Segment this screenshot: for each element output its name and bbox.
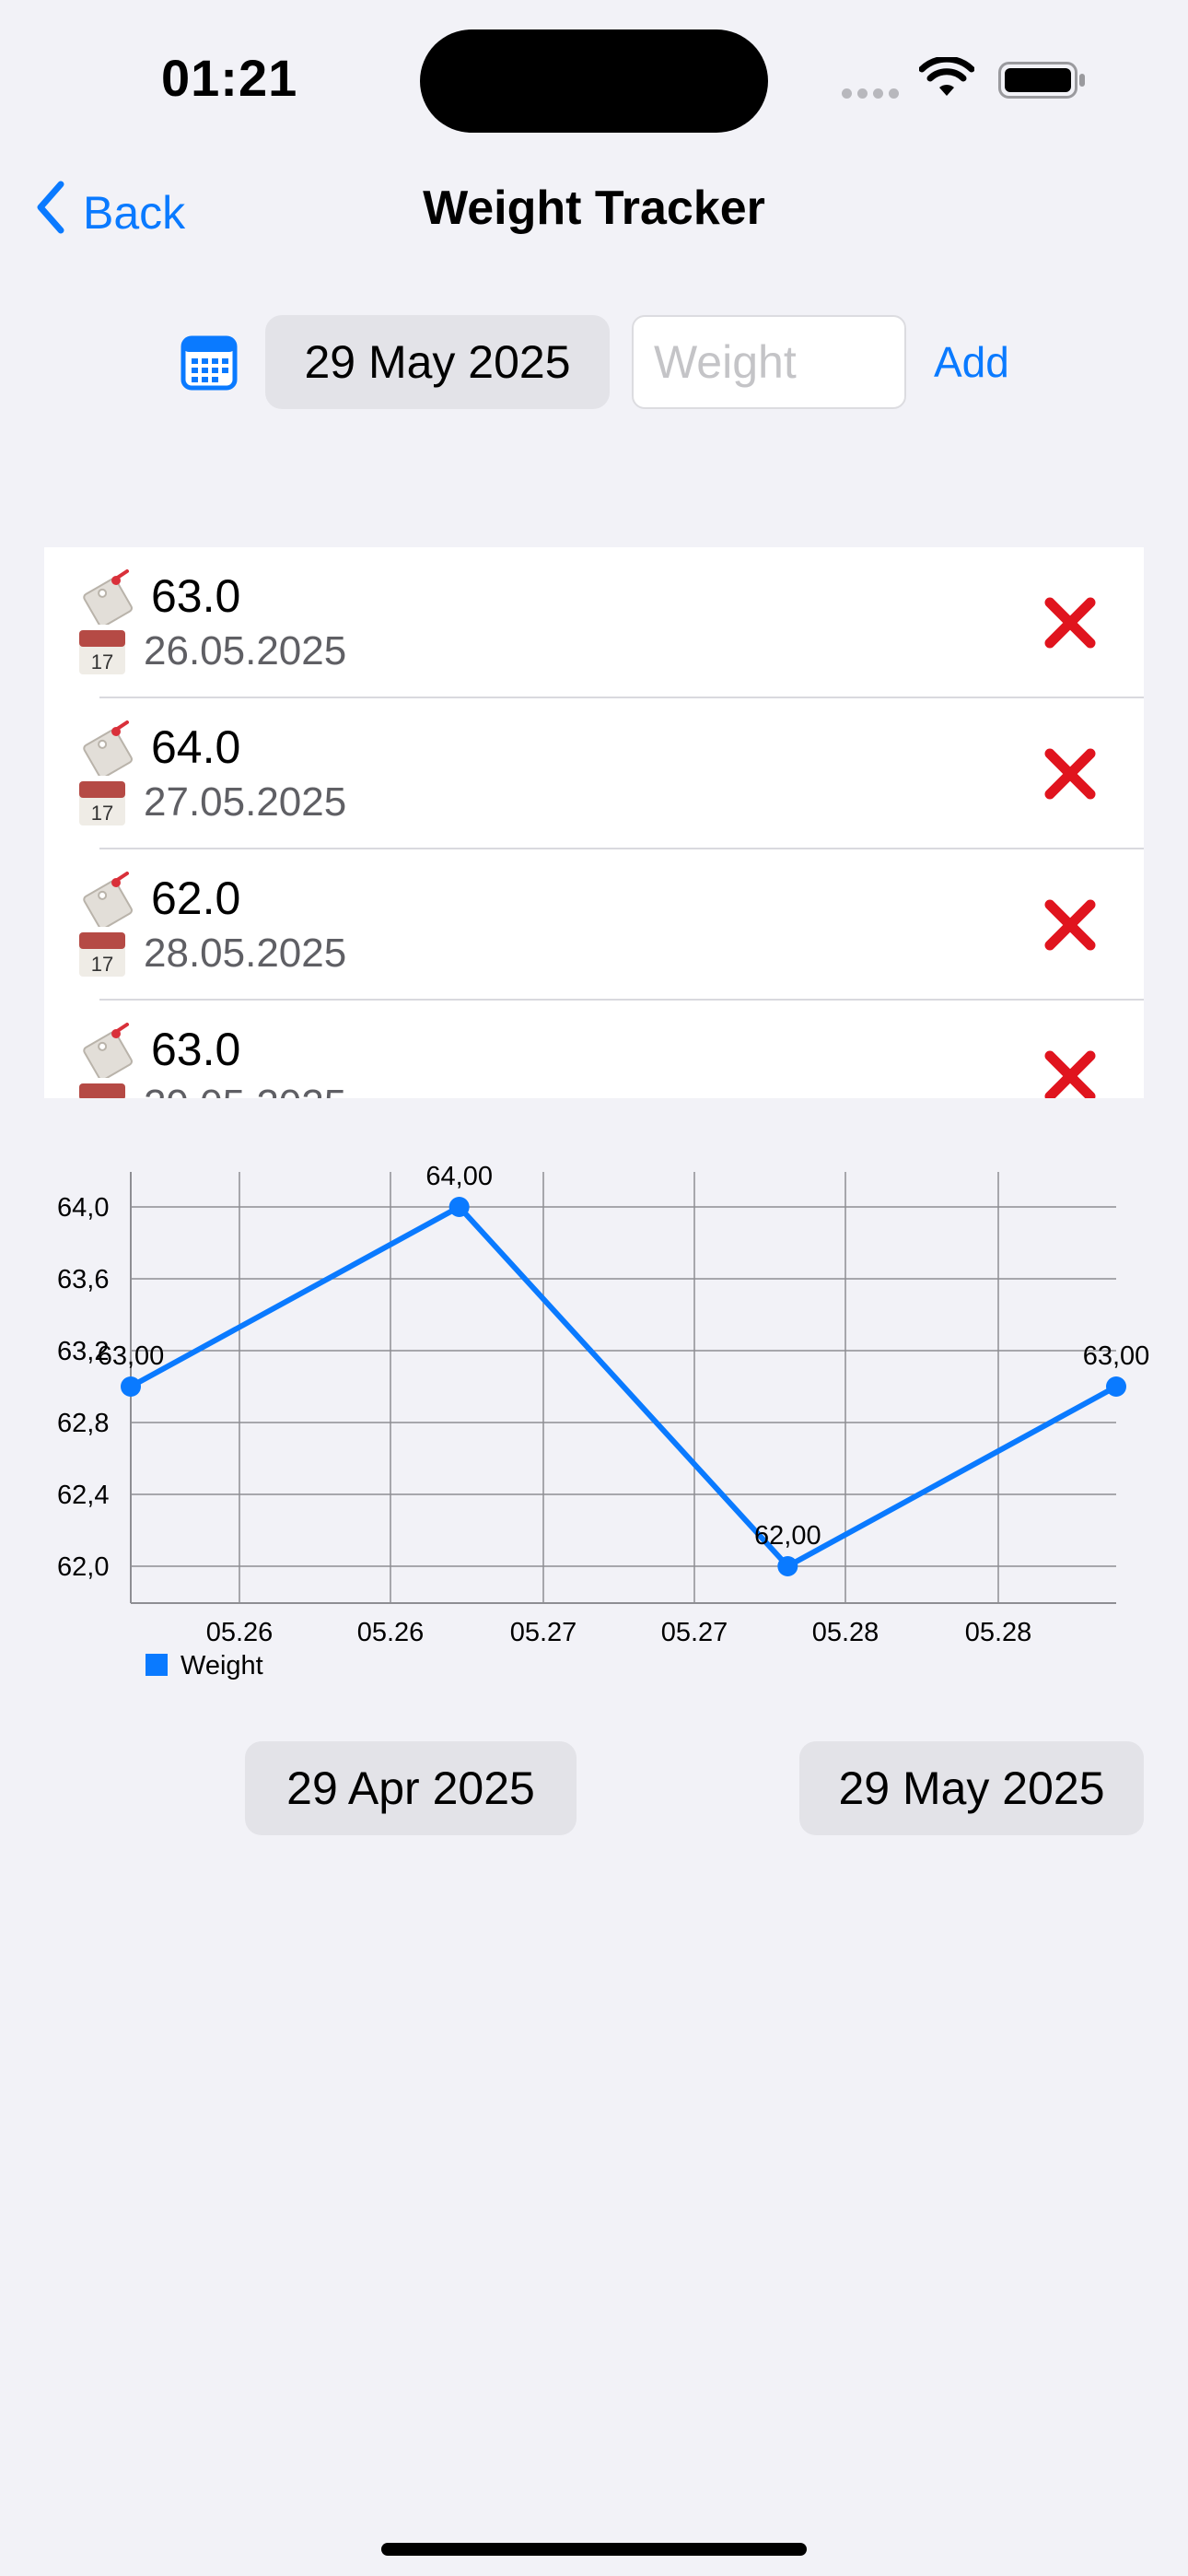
svg-text:17: 17 [91, 953, 113, 976]
x-tick-label: 05.28 [965, 1618, 1032, 1647]
calendar-icon[interactable] [181, 335, 238, 395]
y-tick-label: 63,6 [57, 1265, 109, 1294]
delete-icon[interactable] [1042, 1048, 1098, 1098]
y-tick-label: 64,0 [57, 1193, 109, 1223]
tag-icon [83, 1023, 133, 1078]
delete-icon[interactable] [1042, 897, 1098, 953]
range-end-button[interactable]: 29 May 2025 [799, 1741, 1144, 1835]
delete-icon[interactable] [1042, 746, 1098, 802]
data-point [1106, 1376, 1126, 1397]
entry-weight: 63.0 [151, 570, 241, 622]
home-indicator [381, 2543, 807, 2556]
tag-icon [83, 872, 133, 927]
x-tick-label: 05.27 [510, 1618, 577, 1647]
list-item[interactable]: 64.0 17 27.05.2025 [44, 698, 1144, 849]
calendar-emoji-icon: 17 [79, 1083, 125, 1098]
data-point [121, 1376, 141, 1397]
entry-weight: 62.0 [151, 872, 241, 924]
data-point [448, 1197, 470, 1217]
wifi-icon [918, 55, 975, 102]
tag-icon [83, 569, 133, 625]
weight-input[interactable] [632, 315, 906, 409]
page-title: Weight Tracker [423, 181, 765, 235]
svg-text:17: 17 [91, 802, 113, 825]
date-picker-button[interactable]: 29 May 2025 [265, 315, 610, 409]
battery-icon [998, 62, 1087, 103]
entries-list[interactable]: 63.0 17 26.05.2025 64.0 17 27.05.2025 62… [44, 547, 1144, 1098]
delete-icon[interactable] [1042, 595, 1098, 650]
weight-series-line [129, 1204, 1118, 1569]
list-item[interactable]: 63.0 17 26.05.2025 [44, 547, 1144, 698]
entry-date: 27.05.2025 [144, 779, 347, 825]
calendar-emoji-icon: 17 [79, 630, 125, 674]
tag-icon [83, 720, 133, 776]
x-tick-label: 05.27 [661, 1618, 728, 1647]
y-tick-label: 62,0 [57, 1552, 109, 1582]
legend-swatch [146, 1654, 168, 1676]
calendar-emoji-icon: 17 [79, 781, 125, 825]
y-tick-label: 62,8 [57, 1409, 109, 1438]
add-button[interactable]: Add [934, 337, 1009, 387]
entry-date: 26.05.2025 [144, 628, 347, 673]
dynamic-island [420, 29, 768, 133]
legend-label: Weight [181, 1651, 263, 1680]
entry-weight: 64.0 [151, 721, 241, 773]
data-label: 63,00 [1083, 1341, 1150, 1371]
calendar-emoji-icon: 17 [79, 932, 125, 977]
entry-date: 28.05.2025 [144, 931, 347, 976]
data-label: 63,00 [98, 1341, 165, 1371]
cellular-signal-icon [842, 87, 904, 103]
y-tick-label: 62,4 [57, 1481, 109, 1510]
list-item[interactable]: 62.0 17 28.05.2025 [44, 849, 1144, 1001]
data-label: 64,00 [425, 1162, 493, 1191]
svg-text:17: 17 [91, 650, 113, 673]
x-tick-label: 05.26 [206, 1618, 274, 1647]
x-tick-label: 05.26 [357, 1618, 425, 1647]
weight-chart: 62,062,462,863,263,664,005.26 05.26 05.27 0… [57, 1162, 1150, 1680]
status-time: 01:21 [161, 49, 298, 107]
list-item[interactable]: 63.0 17 29.05.2025 [44, 1001, 1144, 1098]
x-tick-label: 05.28 [812, 1618, 879, 1647]
range-start-button[interactable]: 29 Apr 2025 [245, 1741, 577, 1835]
entry-date: 29.05.2025 [144, 1082, 346, 1098]
data-point [777, 1556, 798, 1576]
entry-weight: 63.0 [151, 1024, 241, 1075]
data-label: 62,00 [754, 1521, 821, 1551]
